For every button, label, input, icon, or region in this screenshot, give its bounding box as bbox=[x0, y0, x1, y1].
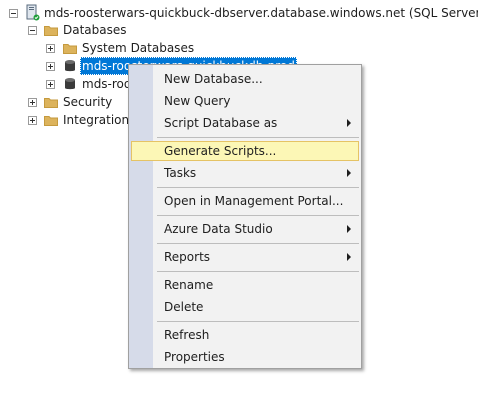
server-label[interactable]: mds-roosterwars-quickbuck-dbserver.datab… bbox=[44, 4, 478, 22]
menu-item-label: Azure Data Studio bbox=[164, 222, 273, 236]
folder-icon bbox=[44, 25, 58, 36]
menu-separator bbox=[157, 137, 359, 138]
menu-item-label: Delete bbox=[164, 300, 204, 314]
menu-item-delete[interactable]: Delete bbox=[131, 297, 359, 317]
menu-item-reports[interactable]: Reports bbox=[131, 247, 359, 267]
expand-toggle-icon[interactable] bbox=[28, 98, 37, 107]
menu-item-label: Generate Scripts... bbox=[164, 144, 277, 158]
security-label[interactable]: Security bbox=[63, 93, 112, 111]
folder-icon bbox=[63, 43, 77, 54]
menu-separator bbox=[157, 215, 359, 216]
menu-item-script-database-as[interactable]: Script Database as bbox=[131, 113, 359, 133]
submenu-arrow-icon bbox=[347, 253, 351, 261]
menu-separator bbox=[157, 243, 359, 244]
expand-toggle-icon[interactable] bbox=[46, 44, 55, 53]
expand-toggle-icon[interactable] bbox=[28, 116, 37, 125]
folder-icon bbox=[44, 97, 58, 108]
menu-item-label: Reports bbox=[164, 250, 211, 264]
menu-item-properties[interactable]: Properties bbox=[131, 347, 359, 367]
menu-item-tasks[interactable]: Tasks bbox=[131, 163, 359, 183]
database-second-label[interactable]: mds-roo bbox=[82, 75, 131, 93]
menu-item-new-database[interactable]: New Database... bbox=[131, 69, 359, 89]
expand-toggle-icon[interactable] bbox=[46, 80, 55, 89]
menu-item-rename[interactable]: Rename bbox=[131, 275, 359, 295]
menu-item-open-management-portal[interactable]: Open in Management Portal... bbox=[131, 191, 359, 211]
collapse-toggle-icon[interactable] bbox=[28, 26, 37, 35]
menu-item-label: Properties bbox=[164, 350, 225, 364]
menu-item-refresh[interactable]: Refresh bbox=[131, 325, 359, 345]
database-icon bbox=[64, 59, 76, 73]
menu-item-label: Open in Management Portal... bbox=[164, 194, 344, 208]
menu-item-label: New Query bbox=[164, 94, 231, 108]
menu-item-new-query[interactable]: New Query bbox=[131, 91, 359, 111]
object-explorer: mds-roosterwars-quickbuck-dbserver.datab… bbox=[0, 0, 478, 405]
menu-item-label: Script Database as bbox=[164, 116, 278, 130]
menu-separator bbox=[157, 321, 359, 322]
menu-item-label: Tasks bbox=[164, 166, 197, 180]
menu-separator bbox=[157, 187, 359, 188]
database-icon bbox=[64, 77, 76, 91]
menu-item-label: New Database... bbox=[164, 72, 263, 86]
menu-item-generate-scripts[interactable]: Generate Scripts... bbox=[131, 141, 359, 161]
submenu-arrow-icon bbox=[347, 119, 351, 127]
collapse-toggle-icon[interactable] bbox=[9, 9, 18, 18]
menu-separator bbox=[157, 271, 359, 272]
system-databases-label[interactable]: System Databases bbox=[82, 39, 194, 57]
submenu-arrow-icon bbox=[347, 225, 351, 233]
submenu-arrow-icon bbox=[347, 169, 351, 177]
context-menu: New Database... New Query Script Databas… bbox=[128, 64, 362, 369]
databases-label[interactable]: Databases bbox=[63, 21, 127, 39]
folder-icon bbox=[44, 115, 58, 126]
server-icon bbox=[24, 4, 40, 21]
menu-item-azure-data-studio[interactable]: Azure Data Studio bbox=[131, 219, 359, 239]
menu-item-label: Refresh bbox=[164, 328, 210, 342]
expand-toggle-icon[interactable] bbox=[46, 62, 55, 71]
menu-item-label: Rename bbox=[164, 278, 214, 292]
